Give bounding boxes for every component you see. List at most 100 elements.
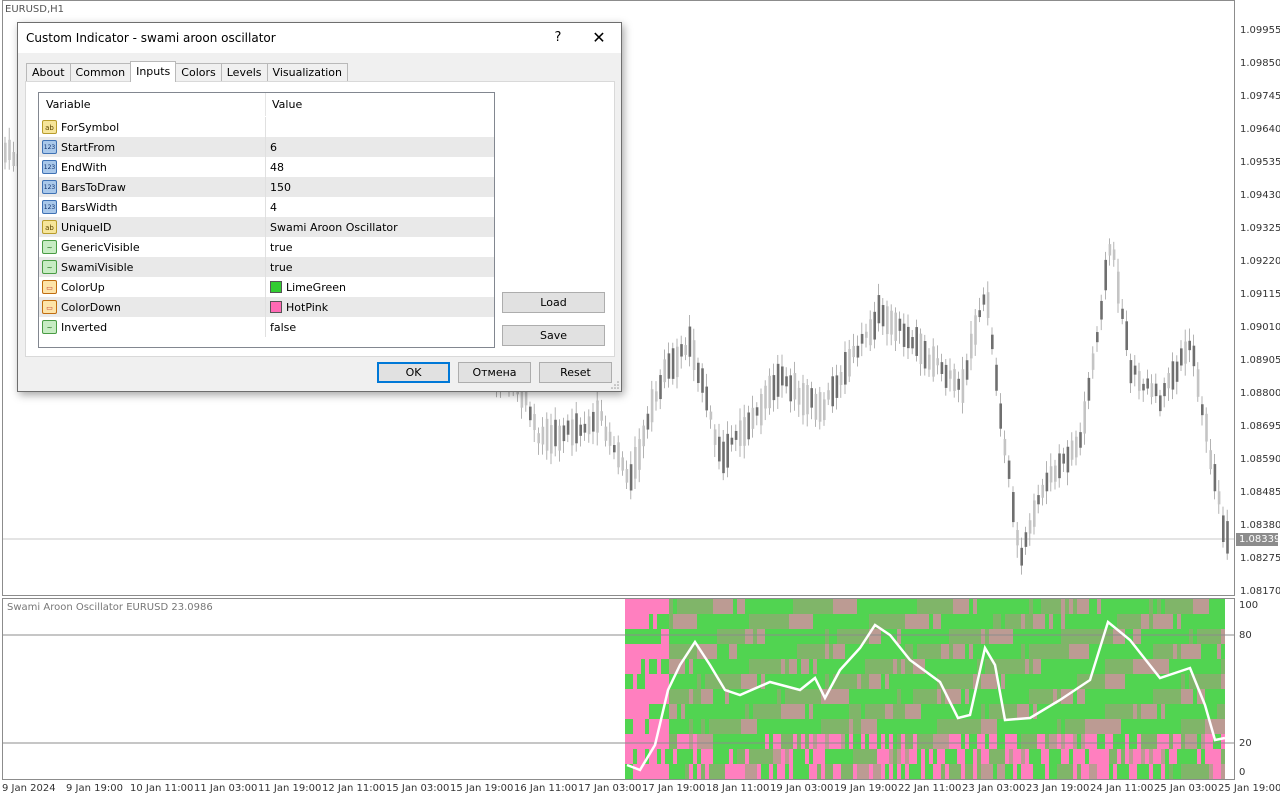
resize-grip-icon[interactable] xyxy=(611,381,619,389)
table-row[interactable]: ▭ ColorDown HotPink xyxy=(39,297,494,317)
value-cell[interactable]: 48 xyxy=(265,157,494,177)
column-header-variable[interactable]: Variable xyxy=(46,98,91,111)
tab-common[interactable]: Common xyxy=(69,63,132,82)
load-button[interactable]: Load xyxy=(502,292,605,313)
time-tick-label: 15 Jan 03:00 xyxy=(386,783,450,794)
string-param-icon: ab xyxy=(42,220,57,234)
ok-button[interactable]: OK xyxy=(377,362,450,383)
price-tick-label: 1.08905 xyxy=(1240,355,1280,366)
dialog-title: Custom Indicator - swami aroon oscillato… xyxy=(26,31,276,45)
inputs-table[interactable]: Variable Value ab ForSymbol 123 StartFrom 6 1… xyxy=(38,92,495,348)
value-cell[interactable]: Swami Aroon Oscillator xyxy=(265,217,494,237)
boolean-param-icon: ~ xyxy=(42,260,57,274)
dialog-tabs: About Common Inputs Colors Levels Visual… xyxy=(26,61,349,82)
price-tick-label: 1.09745 xyxy=(1240,91,1280,102)
column-header-value[interactable]: Value xyxy=(272,98,302,111)
cancel-button[interactable]: Отмена xyxy=(458,362,531,383)
price-tick-label: 1.09850 xyxy=(1240,58,1280,69)
price-tick-label: 1.08695 xyxy=(1240,421,1280,432)
integer-param-icon: 123 xyxy=(42,180,57,194)
oscillator-pane xyxy=(2,598,1235,780)
variable-name: GenericVisible xyxy=(61,241,140,254)
price-tick-label: 1.09535 xyxy=(1240,157,1280,168)
time-tick-label: 22 Jan 11:00 xyxy=(898,783,962,794)
time-tick-label: 17 Jan 03:00 xyxy=(578,783,642,794)
variable-value: 150 xyxy=(270,181,291,194)
variable-cell[interactable]: 123 StartFrom xyxy=(39,137,265,157)
tab-colors[interactable]: Colors xyxy=(175,63,222,82)
help-button[interactable]: ? xyxy=(548,28,568,48)
table-row[interactable]: 123 BarsWidth 4 xyxy=(39,197,494,217)
inputs-panel: Variable Value ab ForSymbol 123 StartFrom 6 1… xyxy=(25,81,615,357)
variable-cell[interactable]: 123 BarsToDraw xyxy=(39,177,265,197)
table-row[interactable]: ab UniqueID Swami Aroon Oscillator xyxy=(39,217,494,237)
table-row[interactable]: ab ForSymbol xyxy=(39,117,494,137)
variable-value: false xyxy=(270,321,297,334)
price-tick-label: 1.09010 xyxy=(1240,322,1280,333)
value-cell[interactable]: true xyxy=(265,257,494,277)
variable-name: StartFrom xyxy=(61,141,116,154)
tab-about[interactable]: About xyxy=(26,63,71,82)
price-tick-label: 1.08590 xyxy=(1240,454,1280,465)
variable-cell[interactable]: 123 BarsWidth xyxy=(39,197,265,217)
variable-cell[interactable]: ~ GenericVisible xyxy=(39,237,265,257)
table-row[interactable]: ~ SwamiVisible true xyxy=(39,257,494,277)
value-cell[interactable]: 6 xyxy=(265,137,494,157)
custom-indicator-dialog[interactable]: Custom Indicator - swami aroon oscillato… xyxy=(17,22,622,392)
value-cell[interactable]: LimeGreen xyxy=(265,277,494,297)
time-tick-label: 25 Jan 19:00 xyxy=(1218,783,1280,794)
time-tick-label: 11 Jan 03:00 xyxy=(194,783,258,794)
value-cell[interactable]: false xyxy=(265,317,494,337)
time-tick-label: 9 Jan 19:00 xyxy=(66,783,123,794)
variable-value: 48 xyxy=(270,161,284,174)
table-row[interactable]: ~ Inverted false xyxy=(39,317,494,337)
variable-name: UniqueID xyxy=(61,221,112,234)
variable-name: Inverted xyxy=(61,321,108,334)
time-tick-label: 16 Jan 11:00 xyxy=(514,783,578,794)
value-cell[interactable]: 150 xyxy=(265,177,494,197)
table-row[interactable]: 123 BarsToDraw 150 xyxy=(39,177,494,197)
variable-cell[interactable]: ab ForSymbol xyxy=(39,117,265,137)
time-tick-label: 19 Jan 19:00 xyxy=(834,783,898,794)
time-tick-label: 11 Jan 19:00 xyxy=(258,783,322,794)
tab-levels[interactable]: Levels xyxy=(220,63,268,82)
time-tick-label: 15 Jan 19:00 xyxy=(450,783,514,794)
variable-cell[interactable]: 123 EndWith xyxy=(39,157,265,177)
save-button[interactable]: Save xyxy=(502,325,605,346)
variable-cell[interactable]: ab UniqueID xyxy=(39,217,265,237)
value-cell[interactable]: 4 xyxy=(265,197,494,217)
tab-visualization[interactable]: Visualization xyxy=(266,63,349,82)
variable-value: LimeGreen xyxy=(286,281,346,294)
column-separator[interactable] xyxy=(265,93,266,116)
price-tick-label: 1.09220 xyxy=(1240,256,1280,267)
color-param-icon: ▭ xyxy=(42,300,57,314)
value-cell[interactable] xyxy=(265,117,494,137)
boolean-param-icon: ~ xyxy=(42,320,57,334)
variable-name: SwamiVisible xyxy=(61,261,134,274)
variable-cell[interactable]: ▭ ColorUp xyxy=(39,277,265,297)
variable-name: EndWith xyxy=(61,161,107,174)
variable-cell[interactable]: ▭ ColorDown xyxy=(39,297,265,317)
reset-button[interactable]: Reset xyxy=(539,362,612,383)
string-param-icon: ab xyxy=(42,120,57,134)
time-tick-label: 17 Jan 19:00 xyxy=(642,783,706,794)
variable-cell[interactable]: ~ SwamiVisible xyxy=(39,257,265,277)
time-tick-label: 23 Jan 19:00 xyxy=(1026,783,1090,794)
table-row[interactable]: 123 StartFrom 6 xyxy=(39,137,494,157)
tab-inputs[interactable]: Inputs xyxy=(130,61,177,82)
variable-cell[interactable]: ~ Inverted xyxy=(39,317,265,337)
value-cell[interactable]: HotPink xyxy=(265,297,494,317)
dialog-titlebar[interactable]: Custom Indicator - swami aroon oscillato… xyxy=(18,23,621,53)
variable-name: ForSymbol xyxy=(61,121,120,134)
table-row[interactable]: ~ GenericVisible true xyxy=(39,237,494,257)
close-icon[interactable]: ✕ xyxy=(588,27,610,49)
oscillator-level-label: 100 xyxy=(1239,600,1259,611)
price-tick-label: 1.09430 xyxy=(1240,190,1280,201)
table-header: Variable Value xyxy=(39,93,494,116)
time-tick-label: 25 Jan 03:00 xyxy=(1154,783,1218,794)
value-cell[interactable]: true xyxy=(265,237,494,257)
table-row[interactable]: 123 EndWith 48 xyxy=(39,157,494,177)
variable-value: HotPink xyxy=(286,301,329,314)
table-row[interactable]: ▭ ColorUp LimeGreen xyxy=(39,277,494,297)
current-price-label: 1.08339 xyxy=(1236,533,1280,546)
